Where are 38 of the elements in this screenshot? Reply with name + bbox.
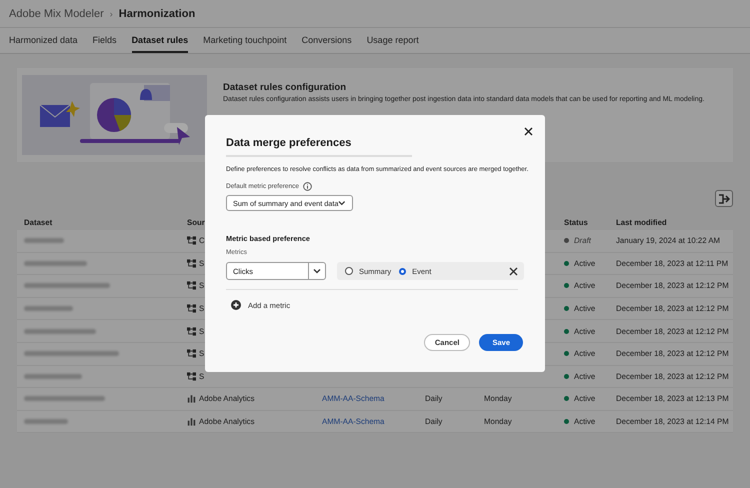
breadcrumb-separator: › <box>110 8 113 18</box>
tab[interactable]: Marketing touchpoint <box>203 28 287 53</box>
merge-icon <box>718 194 730 204</box>
chevron-down-icon <box>313 268 321 274</box>
hierarchy-icon <box>187 281 196 290</box>
hierarchy-icon <box>187 372 196 381</box>
tab[interactable]: Conversions <box>302 28 352 53</box>
radio-button[interactable] <box>399 268 406 274</box>
blurred-text <box>24 374 82 379</box>
banner-title: Dataset rules configuration <box>223 82 347 93</box>
merge-icon-button[interactable] <box>715 190 733 207</box>
tab[interactable]: Dataset rules <box>132 28 188 53</box>
add-icon <box>231 300 241 310</box>
tab[interactable]: Usage report <box>366 28 419 53</box>
hierarchy-icon <box>187 326 196 336</box>
close-button[interactable] <box>522 125 535 138</box>
chevron-down-icon <box>338 200 346 206</box>
blurred-text <box>24 328 96 334</box>
blurred-text <box>24 306 73 312</box>
hierarchy-icon <box>187 258 196 268</box>
info-icon <box>302 182 312 191</box>
remove-button[interactable] <box>509 266 518 276</box>
close-icon <box>524 127 533 136</box>
blurred-text <box>24 419 68 424</box>
tab[interactable]: Fields <box>92 28 117 53</box>
blurred-text <box>24 260 87 266</box>
blurred-text <box>24 238 64 244</box>
dialog-title: Data merge preferences <box>226 137 352 149</box>
hierarchy-icon <box>187 349 196 358</box>
hierarchy-icon <box>187 236 196 246</box>
breadcrumb-link[interactable]: Adobe Mix Modeler <box>9 8 104 20</box>
page-title: Harmonization <box>118 8 196 20</box>
radio-button[interactable] <box>345 267 353 275</box>
close-icon <box>509 266 518 276</box>
bar-chart-icon <box>187 394 196 404</box>
bar-chart-icon <box>187 417 196 426</box>
tab[interactable]: Harmonized data <box>9 28 78 53</box>
hierarchy-icon <box>187 304 196 314</box>
